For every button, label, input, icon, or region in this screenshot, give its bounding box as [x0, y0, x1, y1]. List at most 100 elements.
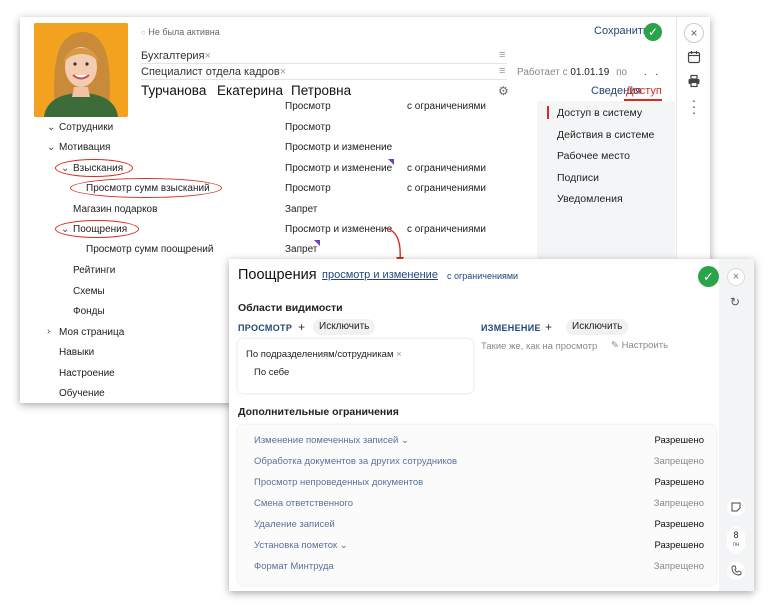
chevron-right-icon[interactable]: › — [47, 326, 50, 337]
tree-item-ratings[interactable]: Рейтинги — [73, 265, 115, 276]
chevron-down-icon[interactable]: ⌄ — [47, 122, 55, 133]
apply-check-icon[interactable]: ✓ — [698, 266, 719, 287]
close-icon[interactable]: × — [684, 23, 704, 43]
menu-item-system-actions[interactable]: Действия в системе — [557, 129, 654, 141]
access-right[interactable]: Просмотр — [285, 101, 331, 112]
chevron-down-icon[interactable]: ⌄ — [340, 540, 348, 551]
save-button[interactable]: Сохранить — [594, 25, 649, 37]
chevron-down-icon[interactable]: ⌄ — [61, 163, 69, 174]
print-icon[interactable] — [685, 74, 703, 91]
tree-item-penalties[interactable]: Взыскания — [73, 163, 123, 174]
access-right[interactable]: Запрет — [285, 244, 317, 255]
access-right[interactable]: Просмотр — [285, 183, 331, 194]
access-level-link[interactable]: просмотр и изменение — [322, 269, 438, 281]
limit-row[interactable]: Установка пометок ⌄ — [254, 540, 348, 551]
access-limit[interactable]: с ограничениями — [407, 183, 486, 194]
modified-marker-icon — [388, 159, 394, 165]
employee-photo[interactable] — [34, 23, 128, 117]
add-view-button[interactable]: + — [298, 320, 305, 334]
department-field[interactable]: Бухгалтерия× — [141, 50, 211, 62]
phone-icon[interactable] — [727, 562, 745, 580]
drag-handle-icon[interactable]: ≡ — [499, 49, 505, 61]
position-field[interactable]: Специалист отдела кадров× — [141, 66, 286, 78]
menu-item-workplace[interactable]: Рабочее место — [557, 150, 630, 162]
tree-item-view-penalty-sums[interactable]: Просмотр сумм взысканий — [86, 183, 210, 194]
last-name-field[interactable]: Турчанова — [141, 83, 206, 98]
calendar-icon[interactable] — [685, 50, 703, 67]
drag-handle-icon[interactable]: ≡ — [499, 65, 505, 77]
limit-value[interactable]: Разрешено — [654, 540, 704, 551]
dialog-title: Поощрения — [238, 267, 317, 283]
limit-row[interactable]: Смена ответственного — [254, 498, 353, 509]
limit-row[interactable]: Просмотр непроведенных документов — [254, 477, 423, 488]
settings-gear-icon[interactable]: ⚙ — [498, 84, 509, 98]
note-icon[interactable] — [727, 498, 745, 516]
chevron-down-icon[interactable]: ⌄ — [61, 224, 69, 235]
access-right[interactable]: Запрет — [285, 204, 317, 215]
view-scope-item[interactable]: По подразделениям/сотрудникам × — [246, 349, 402, 360]
tree-item-schemes[interactable]: Схемы — [73, 286, 105, 297]
extra-limits-title: Дополнительные ограничения — [238, 406, 399, 418]
limit-row[interactable]: Формат Минтруда — [254, 561, 334, 572]
middle-name-field[interactable]: Петровна — [291, 83, 351, 98]
position-value: Специалист отдела кадров — [141, 66, 280, 78]
view-header: ПРОСМОТР — [238, 323, 293, 333]
tree-item-rewards[interactable]: Поощрения — [73, 224, 127, 235]
limit-value[interactable]: Запрещено — [654, 498, 704, 509]
access-limit[interactable]: с ограничениями — [407, 163, 486, 174]
limit-value[interactable]: Запрещено — [654, 561, 704, 572]
remove-department-icon[interactable]: × — [205, 50, 211, 62]
access-right[interactable]: Просмотр и изменение — [285, 224, 392, 235]
limit-row[interactable]: Удаление записей — [254, 519, 335, 530]
view-scope-item[interactable]: По себе — [254, 367, 289, 378]
limit-value[interactable]: Запрещено — [654, 456, 704, 467]
tree-item-funds[interactable]: Фонды — [73, 306, 105, 317]
chevron-down-icon[interactable]: ⌄ — [401, 435, 409, 446]
menu-item-system-access[interactable]: Доступ в систему — [557, 107, 642, 119]
employment-period: Работает с 01.01.19 по . . — [517, 67, 661, 78]
edit-scope-same: Такие же, как на просмотр — [481, 341, 598, 352]
limit-note[interactable]: с ограничениями — [447, 271, 518, 281]
menu-item-notifications[interactable]: Уведомления — [557, 193, 623, 205]
works-since-date[interactable]: 01.01.19 — [570, 67, 609, 78]
access-limit[interactable]: с ограничениями — [407, 224, 486, 235]
activity-status-text: Не была активна — [148, 27, 220, 37]
access-limit[interactable]: с ограничениями — [407, 101, 486, 112]
tree-item-view-reward-sums[interactable]: Просмотр сумм поощрений — [86, 244, 213, 255]
tree-item-employees[interactable]: Сотрудники — [59, 122, 113, 133]
chevron-down-icon[interactable]: ⌄ — [47, 142, 55, 153]
save-check-icon[interactable]: ✓ — [644, 23, 662, 41]
exclude-edit-button[interactable]: Исключить — [566, 319, 629, 335]
remove-scope-icon[interactable]: × — [396, 349, 402, 360]
configure-label: Настроить — [621, 340, 669, 351]
close-icon[interactable]: × — [727, 268, 745, 286]
limit-value[interactable]: Разрешено — [654, 435, 704, 446]
limit-value[interactable]: Разрешено — [654, 477, 704, 488]
limit-value[interactable]: Разрешено — [654, 519, 704, 530]
tree-item-my-page[interactable]: Моя страница — [59, 327, 124, 338]
exclude-view-button[interactable]: Исключить — [313, 319, 376, 335]
refresh-icon[interactable]: ↻ — [730, 295, 740, 309]
tree-item-motivation[interactable]: Мотивация — [59, 142, 110, 153]
visibility-section-title: Области видимости — [238, 302, 343, 314]
add-edit-button[interactable]: + — [545, 320, 552, 334]
first-name-field[interactable]: Екатерина — [217, 83, 283, 98]
limit-row[interactable]: Обработка документов за других сотрудник… — [254, 456, 457, 467]
works-to-date[interactable]: . . — [644, 67, 661, 78]
divider — [141, 79, 507, 80]
tab-access[interactable]: Доступ — [626, 85, 662, 97]
limit-row[interactable]: Изменение помеченных записей ⌄ — [254, 435, 409, 446]
tree-item-mood[interactable]: Настроение — [59, 368, 115, 379]
remove-position-icon[interactable]: × — [280, 66, 286, 78]
access-right[interactable]: Просмотр и изменение — [285, 142, 392, 153]
menu-item-signatures[interactable]: Подписи — [557, 172, 599, 184]
configure-button[interactable]: ✎ Настроить — [611, 340, 668, 351]
access-right[interactable]: Просмотр и изменение — [285, 163, 392, 174]
access-right[interactable]: Просмотр — [285, 122, 331, 133]
tree-item-gift-shop[interactable]: Магазин подарков — [73, 204, 157, 215]
tree-item-training[interactable]: Обучение — [59, 388, 105, 399]
tree-item-skills[interactable]: Навыки — [59, 347, 94, 358]
calendar-day-icon[interactable]: 8 пн — [727, 527, 745, 553]
more-vertical-icon[interactable]: · · · — [685, 93, 703, 119]
save-label: Сохранить — [594, 25, 649, 37]
